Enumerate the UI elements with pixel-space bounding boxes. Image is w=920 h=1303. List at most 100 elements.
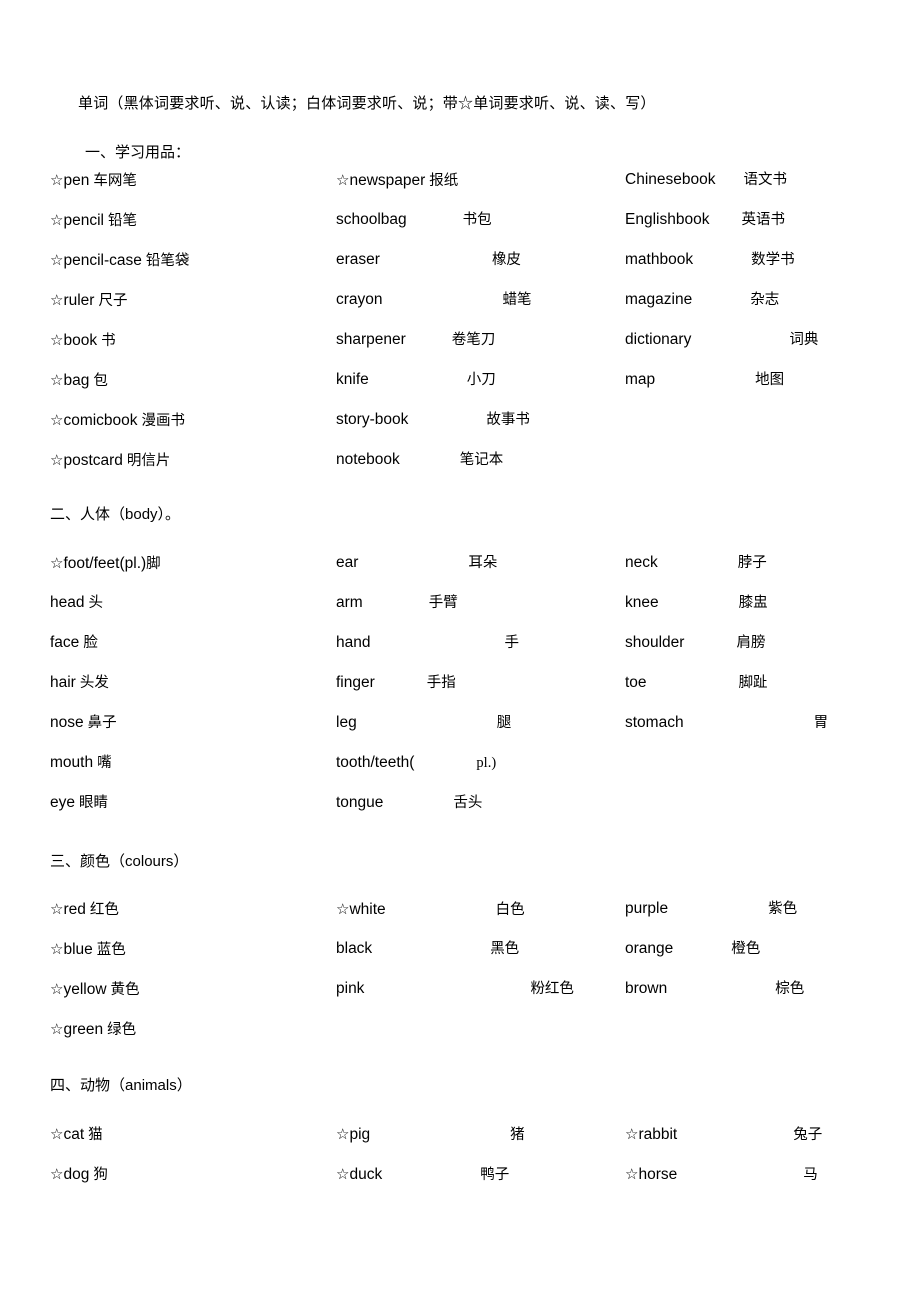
star-icon: ☆ [336, 1165, 350, 1183]
entry-english: rabbit [638, 1126, 678, 1143]
vocab-entry: toe 脚趾 [625, 673, 768, 693]
entry-chinese: 脖子 [737, 555, 767, 571]
star-icon: ☆ [50, 1125, 64, 1143]
entry-chinese: 头发 [79, 675, 109, 691]
entry-chinese: 猪 [510, 1127, 525, 1143]
entry-english: foot/feet(pl.) [63, 555, 147, 572]
vocab-entry: mouth 嘴 [50, 753, 112, 773]
entry-english: purple [625, 900, 669, 917]
entry-chinese: 脚趾 [738, 675, 768, 691]
vocab-entry: ☆dog 狗 [50, 1164, 108, 1185]
entry-english: notebook [336, 451, 400, 468]
vocab-entry: ☆pig 猪 [336, 1124, 525, 1145]
entry-chinese: 地图 [755, 372, 785, 388]
entry-english: leg [336, 714, 357, 731]
entry-english: head [50, 594, 85, 611]
entry-english: eye [50, 794, 75, 811]
entry-english: hand [336, 634, 371, 651]
star-icon: ☆ [336, 171, 350, 189]
entry-chinese: 脸 [83, 635, 98, 651]
star-icon: ☆ [50, 980, 64, 998]
section-heading-latin: animals [125, 1077, 177, 1094]
vocab-entry: nose 鼻子 [50, 713, 117, 733]
vocab-entry: ☆white 白色 [336, 899, 525, 920]
star-icon: ☆ [50, 940, 64, 958]
entry-chinese: 耳朵 [468, 555, 498, 571]
entry-chinese: 铅笔 [107, 213, 137, 229]
entry-chinese: 语文书 [743, 172, 787, 188]
entry-chinese: 词典 [789, 332, 819, 348]
entry-english: red [63, 901, 86, 918]
entry-english: mathbook [625, 251, 694, 268]
star-icon: ☆ [625, 1165, 639, 1183]
entry-chinese: pl.) [476, 755, 497, 771]
section-heading-tail: ）。 [157, 507, 181, 523]
star-icon: ☆ [336, 1125, 350, 1143]
vocab-entry: ☆pencil 铅笔 [50, 210, 137, 231]
entry-chinese: 红色 [89, 902, 119, 918]
vocab-entry: eraser 橡皮 [336, 250, 521, 270]
vocab-entry: neck 脖子 [625, 553, 767, 573]
star-icon: ☆ [50, 371, 64, 389]
entry-chinese: 眼睛 [79, 795, 108, 811]
entry-english: nose [50, 714, 84, 731]
entry-english: white [349, 901, 386, 918]
entry-chinese: 卷笔刀 [451, 332, 496, 348]
vocab-entry: dictionary 词典 [625, 330, 818, 350]
vocab-entry: face 脸 [50, 633, 98, 653]
entry-english: green [63, 1021, 104, 1038]
entry-chinese: 马 [803, 1167, 818, 1183]
entry-english: blue [63, 941, 93, 958]
entry-english: dog [63, 1166, 90, 1183]
vocab-entry: ☆comicbook 漫画书 [50, 410, 185, 431]
vocab-entry: ☆book 书 [50, 330, 116, 351]
vocab-entry: tongue 舌头 [336, 793, 482, 813]
vocab-entry: notebook 笔记本 [336, 450, 503, 470]
vocab-entry: Englishbook 英语书 [625, 210, 785, 230]
entry-english: Chinesebook [625, 171, 716, 188]
vocab-entry: shoulder 肩膀 [625, 633, 765, 653]
entry-chinese: 脚 [146, 556, 161, 572]
section-heading-latin: colours [125, 853, 174, 870]
entry-chinese: 漫画书 [141, 413, 186, 429]
entry-chinese: 黑色 [490, 941, 520, 957]
vocab-entry: map 地图 [625, 370, 784, 390]
vocab-entry: ☆rabbit 兔子 [625, 1124, 822, 1145]
entry-english: tongue [336, 794, 384, 811]
entry-chinese: 黄色 [110, 982, 140, 998]
entry-chinese: 手 [504, 635, 519, 651]
star-icon: ☆ [50, 211, 64, 229]
document-page: 单词（黑体词要求听、说、认读；白体词要求听、说；带☆单词要求听、说、读、写） 一… [0, 0, 920, 1303]
entry-english: stomach [625, 714, 684, 731]
entry-chinese: 英语书 [741, 212, 785, 228]
entry-english: neck [625, 554, 658, 571]
vocab-entry: arm 手臂 [336, 593, 458, 613]
section-heading-3: 三、颜色（colours） [50, 852, 188, 872]
star-icon: ☆ [50, 451, 64, 469]
entry-chinese: 蓝色 [96, 942, 126, 958]
vocab-entry: Chinesebook 语文书 [625, 170, 787, 190]
star-icon: ☆ [50, 291, 64, 309]
section-heading-tail: ） [173, 854, 189, 870]
entry-chinese: 兔子 [793, 1127, 823, 1143]
section-heading-1: 一、学习用品： [85, 143, 190, 163]
entry-chinese: 明信片 [126, 453, 171, 469]
vocab-entry: schoolbag 书包 [336, 210, 492, 230]
entry-chinese: 狗 [93, 1167, 108, 1183]
vocab-entry: stomach 胃 [625, 713, 828, 733]
vocab-entry: ear 耳朵 [336, 553, 497, 573]
entry-english: face [50, 634, 80, 651]
entry-english: dictionary [625, 331, 692, 348]
entry-chinese: 肩膀 [736, 635, 766, 651]
entry-english: book [63, 332, 98, 349]
vocab-entry: ☆pen 车网笔 [50, 170, 137, 191]
entry-chinese: 嘴 [97, 755, 112, 771]
entry-chinese: 鸭子 [480, 1167, 510, 1183]
vocab-entry: eye 眼睛 [50, 793, 108, 813]
entry-english: schoolbag [336, 211, 407, 228]
vocab-entry: ☆cat 猫 [50, 1124, 103, 1145]
entry-chinese: 头 [88, 595, 103, 611]
entry-chinese: 橙色 [731, 941, 761, 957]
vocab-entry: magazine 杂志 [625, 290, 779, 310]
entry-chinese: 紫色 [768, 901, 798, 917]
